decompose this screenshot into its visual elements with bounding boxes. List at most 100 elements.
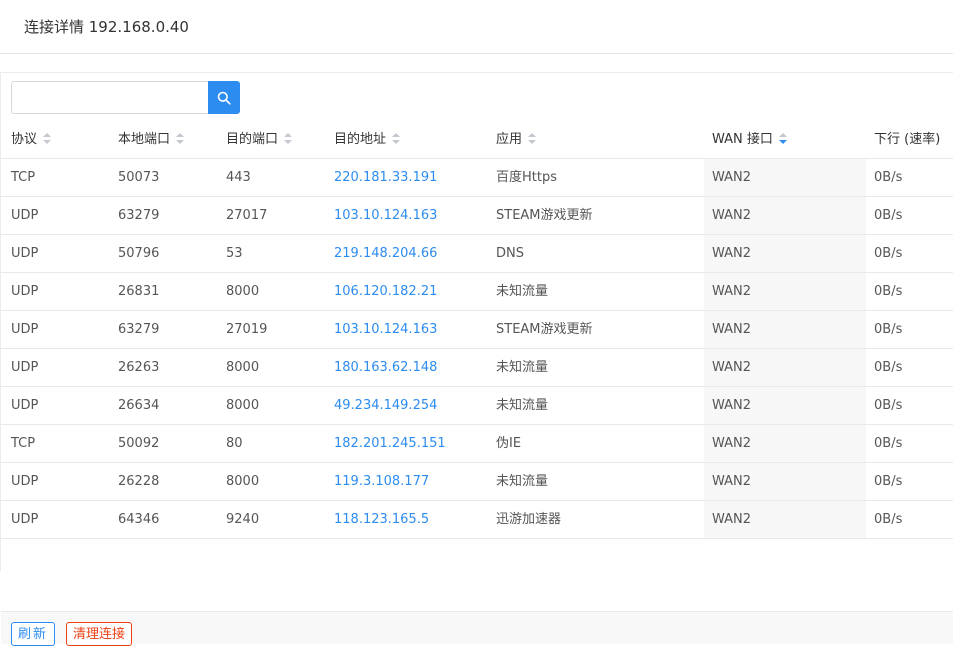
sort-descending-icon[interactable] (778, 132, 787, 145)
protocol-cell: UDP (11, 322, 39, 337)
local-port-cell: 50092 (118, 436, 160, 451)
wan-interface-cell: WAN2 (704, 463, 866, 500)
application-cell: DNS (496, 246, 524, 261)
wan-interface-cell: WAN2 (704, 273, 866, 310)
dest-port-cell: 53 (226, 246, 243, 261)
protocol-cell: UDP (11, 246, 39, 261)
local-port-cell: 64346 (118, 512, 160, 527)
dest-address-link[interactable]: 219.148.204.66 (334, 235, 494, 272)
table-row: UDP 63279 27019 103.10.124.163 STEAM游戏更新 WAN2… (1, 311, 953, 349)
column-header-application[interactable]: 应用 (496, 121, 704, 158)
column-header-label: 应用 (496, 132, 523, 147)
wan-interface-cell: WAN2 (704, 349, 866, 386)
application-cell: 未知流量 (496, 398, 549, 413)
protocol-cell: UDP (11, 208, 39, 223)
dest-address-link[interactable]: 220.181.33.191 (334, 159, 494, 196)
table-row: UDP 50796 53 219.148.204.66 DNS WAN2 0B/s (1, 235, 953, 273)
dest-port-cell: 8000 (226, 360, 260, 375)
sort-icon[interactable] (392, 132, 401, 145)
dest-address-link[interactable]: 119.3.108.177 (334, 463, 494, 500)
sort-icon[interactable] (528, 132, 537, 145)
download-rate-cell: 0B/s (874, 170, 903, 185)
clear-connections-button[interactable]: 清理连接 (66, 622, 133, 646)
dest-address-link[interactable]: 180.163.62.148 (334, 349, 494, 386)
column-header-wan-interface[interactable]: WAN 接口 (704, 121, 866, 158)
dest-port-cell: 8000 (226, 474, 260, 489)
wan-interface-cell: WAN2 (704, 425, 866, 462)
application-cell: 未知流量 (496, 474, 549, 489)
connections-table: 协议 本地端口 目的端口 目的地址 应用 WAN 接口 下行 (速率) TCP 5… (1, 121, 953, 539)
download-rate-cell: 0B/s (874, 284, 903, 299)
protocol-cell: UDP (11, 398, 39, 413)
dest-address-link[interactable]: 49.234.149.254 (334, 387, 494, 424)
dest-port-cell: 8000 (226, 284, 260, 299)
column-header-label: 目的地址 (334, 132, 387, 147)
local-port-cell: 26263 (118, 360, 160, 375)
table-footer: 刷新 清理连接 (1, 611, 953, 646)
table-body: TCP 50073 443 220.181.33.191 百度Https WAN2 0B/s… (1, 159, 953, 539)
protocol-cell: UDP (11, 512, 39, 527)
protocol-cell: UDP (11, 284, 39, 299)
wan-interface-cell: WAN2 (704, 159, 866, 196)
dest-address-link[interactable]: 103.10.124.163 (334, 197, 494, 234)
dest-port-cell: 443 (226, 170, 251, 185)
column-header-label: 协议 (11, 132, 38, 147)
download-rate-cell: 0B/s (874, 474, 903, 489)
dest-port-cell: 27017 (226, 208, 268, 223)
column-header-local-port[interactable]: 本地端口 (118, 121, 224, 158)
table-row: UDP 26228 8000 119.3.108.177 未知流量 WAN2 0B/s (1, 463, 953, 501)
sort-icon[interactable] (284, 132, 293, 145)
local-port-cell: 63279 (118, 322, 160, 337)
column-header-dest-address[interactable]: 目的地址 (334, 121, 494, 158)
download-rate-cell: 0B/s (874, 246, 903, 261)
download-rate-cell: 0B/s (874, 322, 903, 337)
dest-address-link[interactable]: 103.10.124.163 (334, 311, 494, 348)
dest-address-link[interactable]: 182.201.245.151 (334, 425, 494, 462)
column-header-label: 本地端口 (118, 132, 171, 147)
application-cell: 百度Https (496, 170, 557, 185)
page-title: 连接详情 192.168.0.40 (24, 18, 189, 36)
table-row: TCP 50092 80 182.201.245.151 伪IE WAN2 0B/s (1, 425, 953, 463)
table-row: UDP 26634 8000 49.234.149.254 未知流量 WAN2 0B/s (1, 387, 953, 425)
wan-interface-cell: WAN2 (704, 387, 866, 424)
download-rate-cell: 0B/s (874, 512, 903, 527)
dest-port-cell: 9240 (226, 512, 260, 527)
column-header-label: WAN 接口 (712, 132, 773, 147)
search-input[interactable] (11, 81, 209, 114)
sort-icon[interactable] (176, 132, 185, 145)
table-row: UDP 26831 8000 106.120.182.21 未知流量 WAN2 0B/s (1, 273, 953, 311)
table-row: UDP 26263 8000 180.163.62.148 未知流量 WAN2 0B/s (1, 349, 953, 387)
table-row: UDP 63279 27017 103.10.124.163 STEAM游戏更新 WAN2… (1, 197, 953, 235)
application-cell: 未知流量 (496, 360, 549, 375)
local-port-cell: 50796 (118, 246, 160, 261)
search-icon (217, 91, 231, 105)
dest-address-link[interactable]: 118.123.165.5 (334, 501, 494, 538)
table-row: TCP 50073 443 220.181.33.191 百度Https WAN2 0B/s (1, 159, 953, 197)
protocol-cell: TCP (11, 436, 36, 451)
download-rate-cell: 0B/s (874, 436, 903, 451)
wan-interface-cell: WAN2 (704, 311, 866, 348)
application-cell: 迅游加速器 (496, 512, 562, 527)
application-cell: 伪IE (496, 436, 522, 451)
local-port-cell: 26634 (118, 398, 160, 413)
column-header-label: 目的端口 (226, 132, 279, 147)
application-cell: STEAM游戏更新 (496, 322, 593, 337)
column-header-protocol[interactable]: 协议 (11, 121, 116, 158)
column-header-download-rate: 下行 (速率) (866, 121, 953, 158)
dest-port-cell: 8000 (226, 398, 260, 413)
download-rate-cell: 0B/s (874, 360, 903, 375)
local-port-cell: 50073 (118, 170, 160, 185)
wan-interface-cell: WAN2 (704, 235, 866, 272)
download-rate-cell: 0B/s (874, 208, 903, 223)
column-header-dest-port[interactable]: 目的端口 (226, 121, 332, 158)
wan-interface-cell: WAN2 (704, 197, 866, 234)
protocol-cell: UDP (11, 360, 39, 375)
column-header-label: 下行 (速率) (874, 132, 941, 147)
sort-icon[interactable] (43, 132, 52, 145)
protocol-cell: UDP (11, 474, 39, 489)
refresh-button[interactable]: 刷新 (11, 622, 56, 646)
application-cell: 未知流量 (496, 284, 549, 299)
dest-address-link[interactable]: 106.120.182.21 (334, 273, 494, 310)
search-button[interactable] (208, 81, 240, 114)
search-bar (11, 81, 240, 114)
